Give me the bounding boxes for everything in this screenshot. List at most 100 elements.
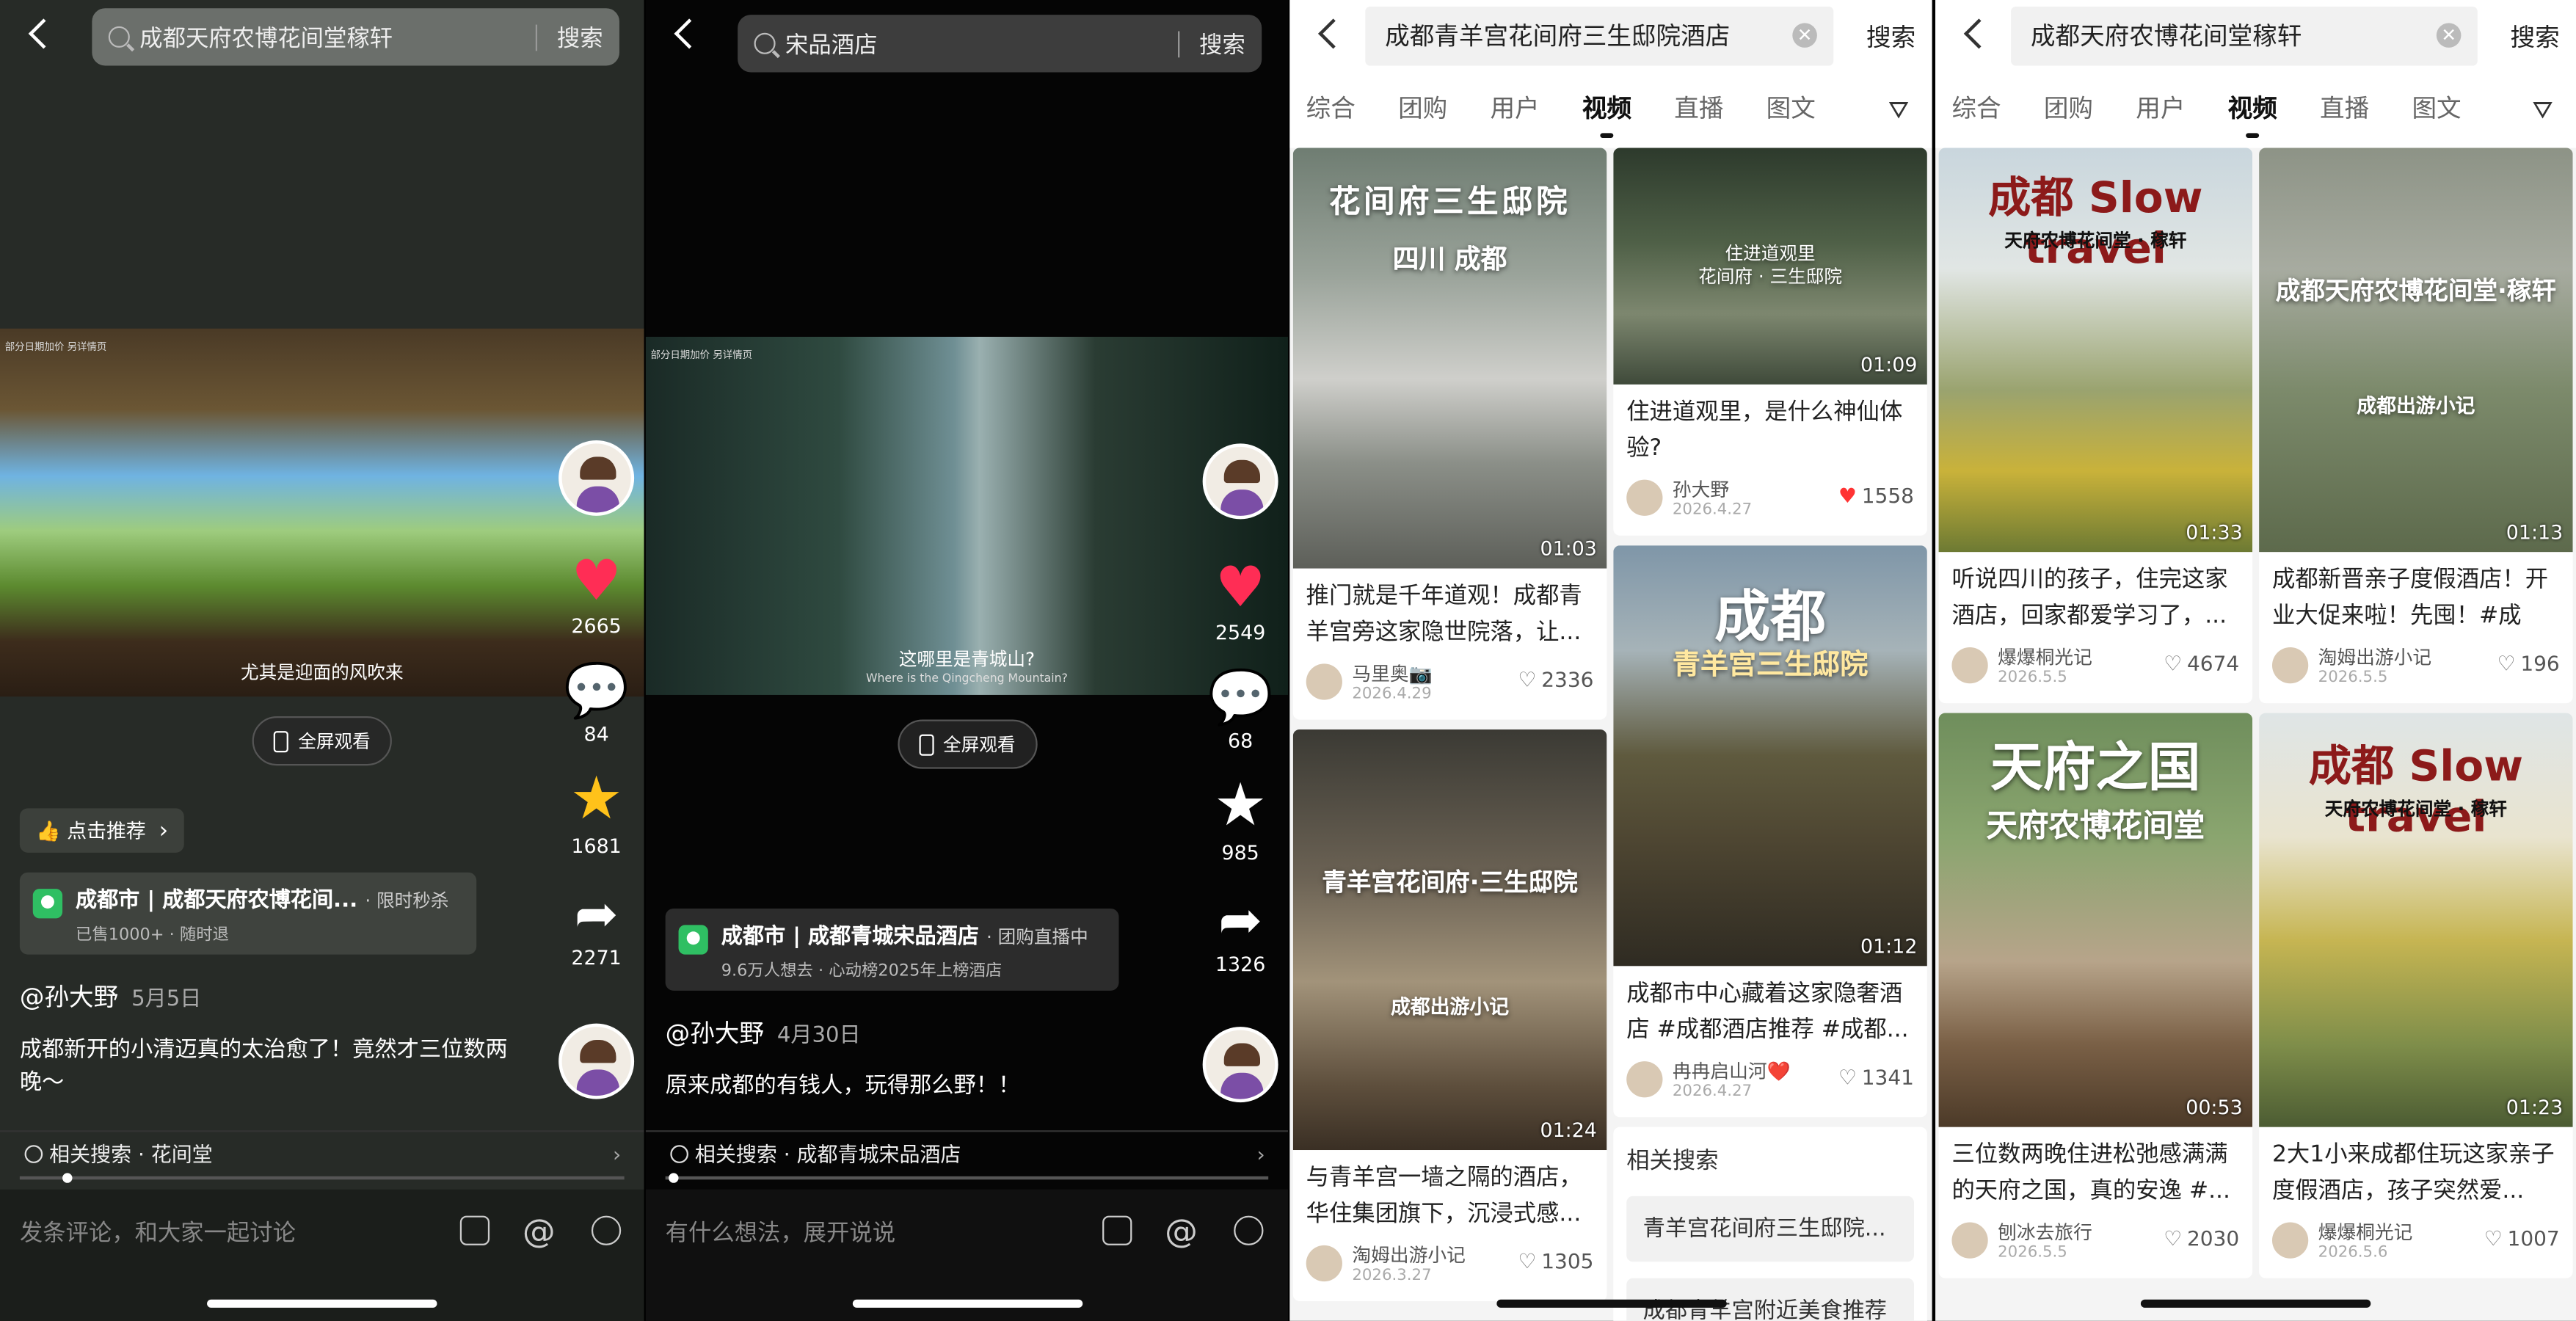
author-name[interactable]: 孙大野 [1673, 476, 1729, 503]
comment-button[interactable]: 💬 68 [1199, 667, 1281, 752]
author-name[interactable]: 淘姆出游小记 [2318, 644, 2431, 671]
at-icon[interactable]: @ [1165, 1214, 1198, 1247]
avatar[interactable] [559, 1023, 635, 1099]
video-card[interactable]: 成都天府农博花间堂·稼轩 成都出游小记 01:13 成都新晋亲子度假酒店！开业大… [2259, 148, 2573, 704]
favorite-button[interactable]: ★ 985 [1199, 774, 1281, 864]
favorite-button[interactable]: ★ 1681 [556, 768, 638, 858]
search-button[interactable]: 搜索 [2511, 20, 2560, 54]
video-description[interactable]: 原来成都的有钱人，玩得那么野！！ [666, 1069, 1174, 1102]
video-thumbnail[interactable]: 成都天府农博花间堂·稼轩 成都出游小记 01:13 [2259, 148, 2573, 553]
clear-icon[interactable]: ✕ [2436, 23, 2462, 48]
tab-live[interactable]: 直播 [2320, 90, 2369, 125]
video-thumbnail[interactable]: 花间府三生邸院 四川 成都 01:03 [1292, 148, 1607, 569]
search-input[interactable]: 成都天府农博花间堂稼轩 ✕ [2011, 6, 2478, 66]
video-card[interactable]: 成都 Slow travel 天府农博花间堂 · 稼轩 01:23 2大1小来成… [2259, 713, 2573, 1278]
author-name[interactable]: 淘姆出游小记 [1352, 1242, 1465, 1268]
tab-deals[interactable]: 团购 [1398, 90, 1447, 125]
video-player[interactable]: 部分日期加价 另详情页 尤其是迎面的风吹来 [0, 328, 644, 697]
video-thumbnail[interactable]: 青羊宫花间府·三生邸院 成都出游小记 01:24 [1292, 729, 1607, 1151]
avatar[interactable] [2271, 1222, 2309, 1259]
share-button[interactable]: ➦ 1326 [1199, 890, 1281, 975]
related-search[interactable]: 相关搜索 · 花间堂 [0, 1130, 644, 1178]
author-name[interactable]: 刨冰去旅行 [1998, 1219, 2092, 1245]
video-card[interactable]: 成都 Slow travel 天府农博花间堂 · 稼轩 01:33 听说四川的孩… [1938, 148, 2253, 704]
author-name[interactable]: 马里奥📷 [1352, 660, 1432, 687]
search-query[interactable]: 宋品酒店 [785, 27, 1158, 60]
author-avatar-bottom[interactable] [1199, 1027, 1281, 1103]
back-button[interactable] [1316, 20, 1342, 46]
recommend-button[interactable]: 👍 点击推荐 [19, 808, 185, 853]
like-button[interactable]: ♥ 2549 [1199, 558, 1281, 644]
video-card[interactable]: 住进道观里 花间府 · 三生邸院 01:09 住进道观里，是什么神仙体验? 孙大… [1613, 148, 1927, 536]
avatar[interactable] [1202, 443, 1278, 520]
search-query[interactable]: 成都天府农博花间堂稼轩 [139, 21, 516, 54]
tab-posts[interactable]: 图文 [1767, 90, 1816, 125]
related-search[interactable]: 相关搜索 · 成都青城宋品酒店 [645, 1130, 1289, 1178]
tab-posts[interactable]: 图文 [2412, 90, 2461, 125]
tab-videos[interactable]: 视频 [2228, 90, 2277, 139]
avatar[interactable] [1306, 1245, 1342, 1282]
author-name[interactable]: 冉冉启山河❤️ [1673, 1058, 1791, 1085]
tab-overview[interactable]: 综合 [1951, 90, 2001, 125]
video-card[interactable]: 花间府三生邸院 四川 成都 01:03 推门就是千年道观！成都青羊宫旁这家隐世院… [1292, 148, 1607, 720]
image-icon[interactable] [459, 1215, 490, 1245]
progress-bar[interactable] [19, 1173, 625, 1183]
back-button[interactable] [1962, 20, 1988, 46]
fullscreen-button[interactable]: 全屏观看 [252, 716, 392, 766]
like-count[interactable]: 1007 [2484, 1226, 2560, 1251]
author-name[interactable]: @孙大野 [20, 983, 118, 1012]
author-name[interactable]: 爆爆桐光记 [1998, 644, 2092, 671]
tab-users[interactable]: 用户 [1490, 90, 1539, 125]
author-name[interactable]: 爆爆桐光记 [2318, 1219, 2413, 1245]
image-icon[interactable] [1102, 1215, 1132, 1245]
author-avatar-bottom[interactable] [556, 1023, 638, 1099]
tab-deals[interactable]: 团购 [2044, 90, 2093, 125]
avatar[interactable] [1951, 647, 1988, 684]
emoji-icon[interactable] [1234, 1215, 1264, 1245]
video-thumbnail[interactable]: 天府之国 天府农博花间堂 00:53 [1938, 713, 2253, 1127]
avatar[interactable] [1951, 1222, 1988, 1259]
video-thumbnail[interactable]: 成都 青羊宫三生邸院 01:12 [1613, 545, 1927, 967]
related-search-item[interactable]: 青羊宫花间府三生邸院... [1626, 1196, 1914, 1262]
video-player[interactable]: 部分日期加价 另详情页 这哪里是青城山? Where is the Qingche… [645, 336, 1289, 695]
clear-icon[interactable]: ✕ [1792, 23, 1817, 48]
search-bar[interactable]: 成都天府农博花间堂稼轩 搜索 [92, 8, 619, 66]
author-name[interactable]: @孙大野 [666, 1019, 764, 1048]
search-bar[interactable]: 宋品酒店 搜索 [738, 15, 1262, 73]
avatar[interactable] [1626, 1061, 1663, 1098]
video-thumbnail[interactable]: 成都 Slow travel 天府农博花间堂 · 稼轩 01:23 [2259, 713, 2573, 1127]
avatar[interactable] [2271, 647, 2309, 684]
avatar[interactable] [559, 440, 635, 516]
video-card[interactable]: 天府之国 天府农博花间堂 00:53 三位数两晚住进松弛感满满的天府之国，真的安… [1938, 713, 2253, 1278]
video-card[interactable]: 青羊宫花间府·三生邸院 成都出游小记 01:24 与青羊宫一墙之隔的酒店，华住集… [1292, 729, 1607, 1301]
like-count[interactable]: 1341 [1838, 1065, 1914, 1090]
search-button[interactable]: 搜索 [1199, 27, 1245, 60]
video-description[interactable]: 成都新开的小清迈真的太治愈了！竟然才三位数两晚～ [20, 1033, 529, 1099]
search-input[interactable]: 成都青羊宫花间府三生邸院酒店 ✕ [1365, 6, 1834, 66]
back-button[interactable] [672, 20, 702, 49]
fullscreen-button[interactable]: 全屏观看 [897, 719, 1037, 769]
avatar[interactable] [1306, 663, 1342, 700]
like-count[interactable]: 2336 [1518, 667, 1593, 692]
progress-handle[interactable] [62, 1173, 73, 1183]
video-thumbnail[interactable]: 住进道观里 花间府 · 三生邸院 01:09 [1613, 148, 1927, 385]
progress-bar[interactable] [665, 1173, 1269, 1183]
like-count[interactable]: 2030 [2164, 1226, 2239, 1251]
video-card[interactable]: 成都 青羊宫三生邸院 01:12 成都市中心藏着这家隐奢酒店 #成都酒店推荐 #… [1613, 545, 1927, 1118]
search-button[interactable]: 搜索 [1866, 20, 1915, 54]
poi-card[interactable]: 成都市 | 成都天府农博花间... · 限时秒杀 已售1000+ · 随时退 [19, 872, 477, 955]
avatar[interactable] [1626, 479, 1663, 516]
avatar[interactable] [1202, 1027, 1278, 1103]
like-count[interactable]: 196 [2497, 650, 2559, 675]
filter-icon[interactable]: ⛛ [2533, 95, 2553, 125]
share-button[interactable]: ➦ 2271 [556, 884, 638, 969]
like-count[interactable]: 4674 [2164, 650, 2239, 675]
poi-card[interactable]: 成都市 | 成都青城宋品酒店 · 团购直播中 9.6万人想去 · 心动榜2025… [665, 908, 1119, 991]
like-count[interactable]: 1558 [1838, 483, 1914, 508]
search-button[interactable]: 搜索 [557, 21, 603, 54]
progress-handle[interactable] [669, 1173, 679, 1183]
comment-input[interactable]: 有什么想法，展开说说 [666, 1216, 895, 1249]
tab-live[interactable]: 直播 [1674, 90, 1723, 125]
tab-overview[interactable]: 综合 [1306, 90, 1356, 125]
comment-input[interactable]: 发条评论，和大家一起讨论 [20, 1216, 296, 1249]
